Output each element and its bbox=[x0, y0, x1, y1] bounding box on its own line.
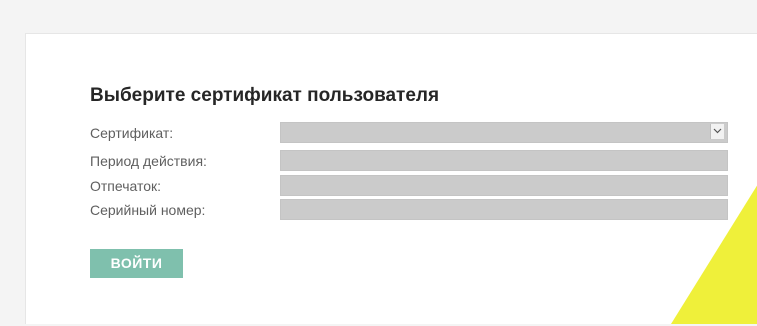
certificate-label: Сертификат: bbox=[90, 125, 174, 141]
form-title: Выберите сертификат пользователя bbox=[90, 85, 440, 106]
chevron-down-icon[interactable] bbox=[710, 124, 724, 139]
serial-number-label: Серийный номер: bbox=[90, 202, 206, 218]
certificate-row: Сертификат: bbox=[90, 122, 730, 144]
thumbprint-label: Отпечаток: bbox=[90, 178, 162, 194]
thumbprint-row: Отпечаток: bbox=[90, 175, 730, 197]
serial-number-row: Серийный номер: bbox=[90, 199, 730, 221]
validity-period-label: Период действия: bbox=[90, 153, 207, 169]
login-button[interactable]: ВОЙТИ bbox=[90, 249, 183, 278]
serial-number-field bbox=[280, 199, 728, 220]
login-card: Выберите сертификат пользователя Сертифи… bbox=[25, 33, 757, 324]
validity-period-row: Период действия: bbox=[90, 150, 730, 172]
certificate-select[interactable] bbox=[280, 122, 728, 143]
thumbprint-field bbox=[280, 175, 728, 196]
validity-period-field bbox=[280, 150, 728, 171]
